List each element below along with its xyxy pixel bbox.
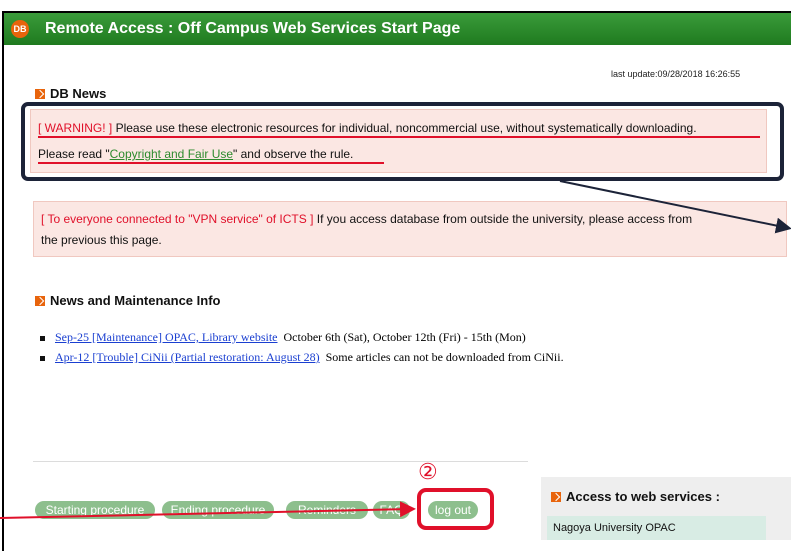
vpn-line: [ To everyone connected to "VPN service"… <box>41 212 692 226</box>
section-arrow-icon <box>35 89 45 99</box>
warning-highlight-frame <box>21 102 784 181</box>
news-text: October 6th (Sat), October 12th (Fri) - … <box>283 330 526 344</box>
vpn-text: If you access database from outside the … <box>313 212 693 226</box>
step-number-annotation: ② <box>418 459 438 484</box>
section-arrow-icon <box>35 296 45 306</box>
divider <box>33 461 528 462</box>
page-title: Remote Access : Off Campus Web Services … <box>45 20 461 37</box>
ending-procedure-button[interactable]: Ending procedure <box>162 501 274 519</box>
news-link[interactable]: Apr-12 [Trouble] CiNii (Partial restorat… <box>55 350 320 364</box>
vpn-tag: [ To everyone connected to "VPN service"… <box>41 212 314 226</box>
db-news-heading: DB News <box>50 86 107 101</box>
vpn-notice-box <box>33 201 787 257</box>
reminders-button[interactable]: Reminders <box>286 501 368 519</box>
news-heading: News and Maintenance Info <box>50 293 221 308</box>
access-item-opac[interactable]: Nagoya University OPAC <box>547 516 766 540</box>
access-heading: Access to web services : <box>566 489 720 504</box>
section-arrow-icon <box>551 492 561 502</box>
starting-procedure-button[interactable]: Starting procedure <box>35 501 155 519</box>
news-text: Some articles can not be downloaded from… <box>325 350 564 364</box>
bullet-icon <box>40 355 45 361</box>
news-link[interactable]: Sep-25 [Maintenance] OPAC, Library websi… <box>55 330 278 344</box>
vpn-line-2: the previous this page. <box>41 233 162 247</box>
logout-highlight-frame <box>417 488 494 530</box>
faq-button[interactable]: FAQ <box>373 501 410 519</box>
list-item: Apr-12 [Trouble] CiNii (Partial restorat… <box>40 350 564 370</box>
last-update-text: last update:09/28/2018 16:26:55 <box>611 69 741 79</box>
news-list: Sep-25 [Maintenance] OPAC, Library websi… <box>40 330 564 370</box>
page-frame <box>2 11 791 551</box>
list-item: Sep-25 [Maintenance] OPAC, Library websi… <box>40 330 564 350</box>
db-logo-icon: DB <box>11 20 29 38</box>
bullet-icon <box>40 335 45 341</box>
